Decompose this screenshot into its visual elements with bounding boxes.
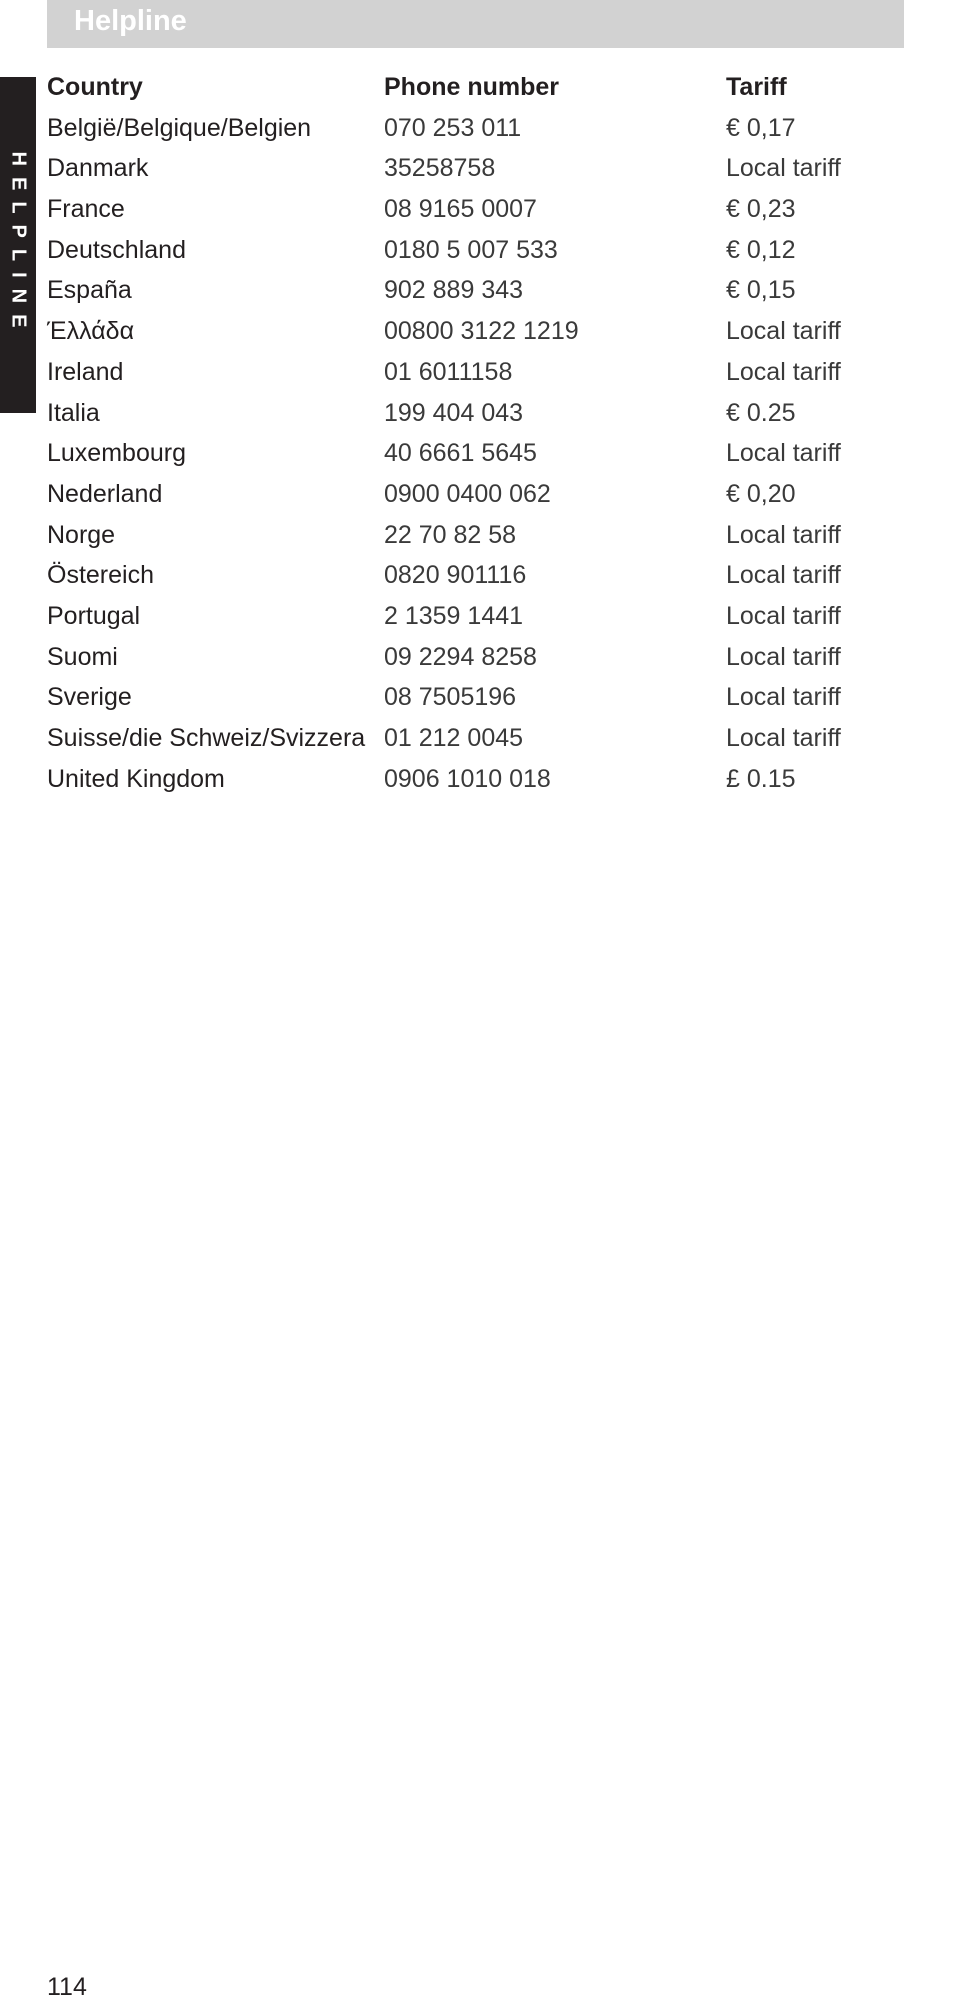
title-bar: Helpline [47, 0, 904, 48]
helpline-table: Country Phone number Tariff België/Belgi… [47, 69, 907, 801]
cell-phone: 09 2294 8258 [384, 642, 537, 671]
cell-phone: 00800 3122 1219 [384, 317, 579, 346]
cell-phone: 0906 1010 018 [384, 764, 551, 793]
cell-tariff: Local tariff [726, 154, 841, 183]
table-row: Luxembourg 40 6661 5645 Local tariff [47, 435, 907, 476]
cell-tariff: € 0.25 [726, 398, 796, 427]
cell-tariff: £ 0.15 [726, 764, 796, 793]
cell-phone: 08 7505196 [384, 683, 517, 712]
cell-country: United Kingdom [47, 764, 225, 793]
cell-tariff: € 0,23 [726, 195, 796, 224]
cell-tariff: Local tariff [726, 601, 841, 630]
cell-country: Östereich [47, 561, 154, 590]
cell-country: Danmark [47, 154, 149, 183]
cell-tariff: € 0,15 [726, 276, 796, 305]
cell-tariff: Local tariff [726, 642, 841, 671]
table-row: Suomi 09 2294 8258 Local tariff [47, 639, 907, 680]
table-row: Danmark 35258758 Local tariff [47, 150, 907, 191]
cell-tariff: Local tariff [726, 683, 841, 712]
cell-phone: 0820 901116 [384, 561, 527, 590]
cell-country: Portugal [47, 601, 141, 630]
side-tab: HELPLINE [0, 77, 36, 413]
cell-tariff: Local tariff [726, 561, 841, 590]
cell-tariff: Local tariff [726, 724, 841, 752]
cell-country: España [47, 276, 132, 305]
table-row: Ireland 01 6011158 Local tariff [47, 354, 907, 395]
table-header-row: Country Phone number Tariff [47, 69, 907, 110]
cell-phone: 22 70 82 58 [384, 520, 517, 549]
page-title: Helpline [74, 5, 187, 37]
cell-country: Nederland [47, 479, 163, 508]
cell-tariff: Local tariff [726, 439, 841, 468]
cell-country: België/Belgique/Belgien [47, 113, 312, 142]
table-row: Östereich 0820 901116 Local tariff [47, 557, 907, 598]
cell-country: France [47, 195, 125, 224]
cell-country: Suisse/die Schweiz/Svizzera [47, 724, 366, 752]
table-row: France 08 9165 0007 € 0,23 [47, 191, 907, 232]
cell-phone: 902 889 343 [384, 276, 524, 305]
side-tab-label: HELPLINE [7, 151, 30, 339]
table-row: Norge 22 70 82 58 Local tariff [47, 517, 907, 558]
cell-phone: 2 1359 1441 [384, 601, 524, 630]
cell-phone: 01 6011158 [384, 357, 513, 386]
cell-country: Italia [47, 398, 100, 427]
cell-phone: 0180 5 007 533 [384, 235, 558, 264]
table-row: België/Belgique/Belgien 070 253 011 € 0,17 [47, 110, 907, 151]
table-body: België/Belgique/Belgien 070 253 011 € 0,17… [47, 110, 907, 802]
cell-phone: 35258758 [384, 154, 496, 183]
cell-phone: 08 9165 0007 [384, 195, 537, 224]
cell-country: Suomi [47, 642, 118, 671]
cell-tariff: € 0,17 [726, 113, 796, 142]
table-row: Έλλάδα 00800 3122 1219 Local tariff [47, 313, 907, 354]
cell-country: Sverige [47, 683, 132, 712]
table-row: Sverige 08 7505196 Local tariff [47, 679, 907, 720]
cell-country: Deutschland [47, 235, 186, 264]
table-row: España 902 889 343 € 0,15 [47, 272, 907, 313]
cell-tariff: € 0,20 [726, 479, 796, 508]
table-row: United Kingdom 0906 1010 018 £ 0.15 [47, 761, 907, 802]
cell-phone: 0900 0400 062 [384, 479, 551, 508]
table-row: Portugal 2 1359 1441 Local tariff [47, 598, 907, 639]
table-row: Nederland 0900 0400 062 € 0,20 [47, 476, 907, 517]
cell-tariff: Local tariff [726, 520, 841, 549]
column-header-tariff: Tariff [726, 73, 787, 101]
cell-country: Norge [47, 520, 116, 549]
cell-country: Luxembourg [47, 439, 186, 468]
page-number: 114 [47, 1973, 87, 2001]
cell-tariff: Local tariff [726, 317, 841, 346]
cell-phone: 070 253 011 [384, 113, 522, 142]
cell-tariff: € 0,12 [726, 235, 796, 264]
table-row: Deutschland 0180 5 007 533 € 0,12 [47, 232, 907, 273]
cell-phone: 199 404 043 [384, 398, 524, 427]
cell-phone: 40 6661 5645 [384, 439, 537, 468]
cell-country: Έλλάδα [47, 317, 135, 346]
cell-tariff: Local tariff [726, 357, 841, 386]
cell-phone: 01 212 0045 [384, 724, 524, 752]
column-header-country: Country [47, 73, 143, 101]
table-row: Suisse/die Schweiz/Svizzera 01 212 0045 Lo… [47, 720, 907, 761]
column-header-phone: Phone number [384, 73, 560, 101]
table-row: Italia 199 404 043 € 0.25 [47, 395, 907, 436]
cell-country: Ireland [47, 357, 124, 386]
